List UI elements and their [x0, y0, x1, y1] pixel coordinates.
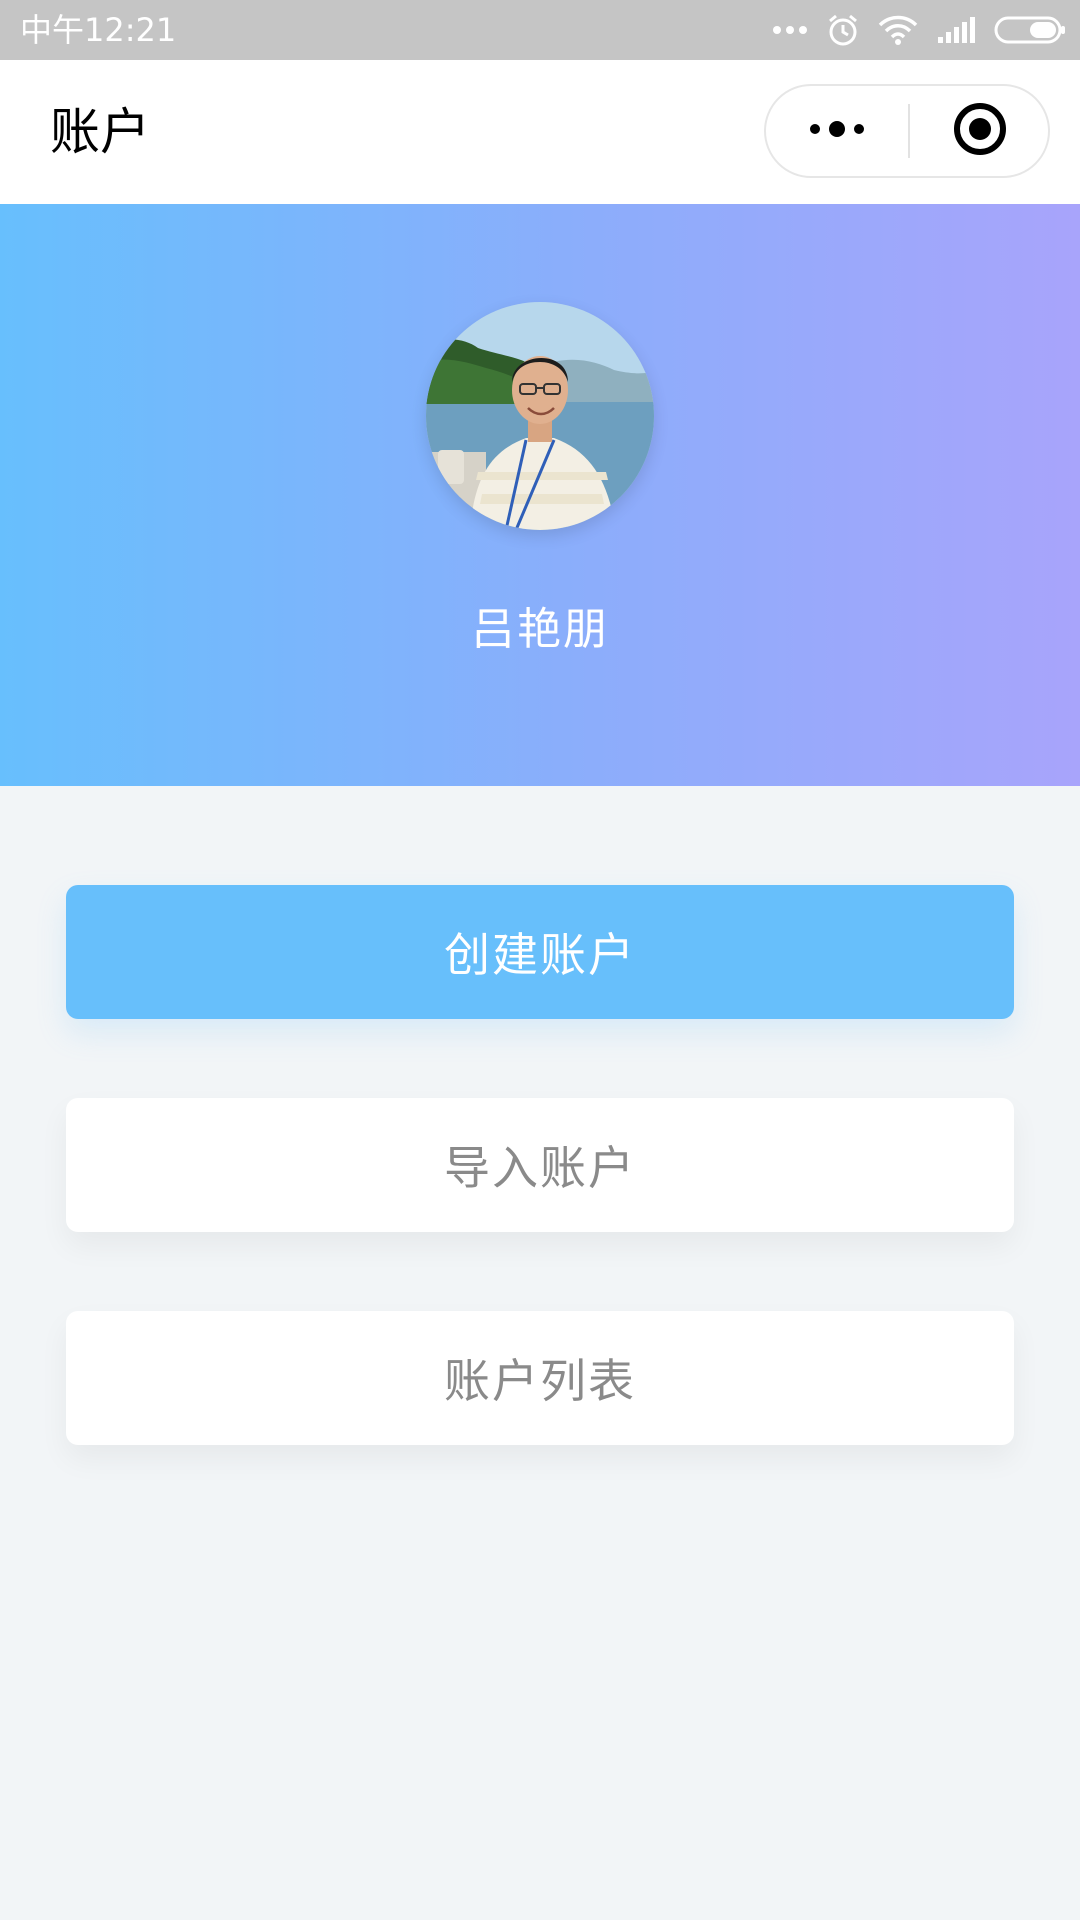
account-list-button[interactable]: 账户列表 [66, 1311, 1014, 1445]
create-account-button[interactable]: 创建账户 [66, 885, 1014, 1019]
status-icons [772, 10, 1066, 50]
status-bar: 中午12:21 [0, 0, 1080, 60]
more-button[interactable] [766, 86, 908, 176]
battery-icon [994, 15, 1066, 45]
wifi-icon [878, 14, 918, 46]
user-name: 吕艳朋 [471, 604, 609, 655]
alarm-icon [826, 13, 860, 47]
avatar[interactable] [426, 302, 654, 530]
import-account-button[interactable]: 导入账户 [66, 1098, 1014, 1232]
close-miniprogram-button[interactable] [910, 86, 1050, 176]
close-miniprogram-icon [952, 101, 1008, 161]
miniprogram-capsule [764, 84, 1050, 178]
more-icon [807, 120, 867, 142]
more-dots-icon [772, 24, 808, 36]
page-title: 账户 [50, 103, 150, 161]
status-time: 中午12:21 [20, 11, 177, 49]
nav-bar: 账户 [0, 60, 1080, 204]
profile-header: 吕艳朋 [0, 204, 1080, 786]
signal-icon [936, 15, 976, 45]
avatar-photo [426, 302, 654, 530]
account-page: 中午12:21 账户 吕艳朋 创建账户 导入账户 账户列表 [0, 0, 1080, 1920]
